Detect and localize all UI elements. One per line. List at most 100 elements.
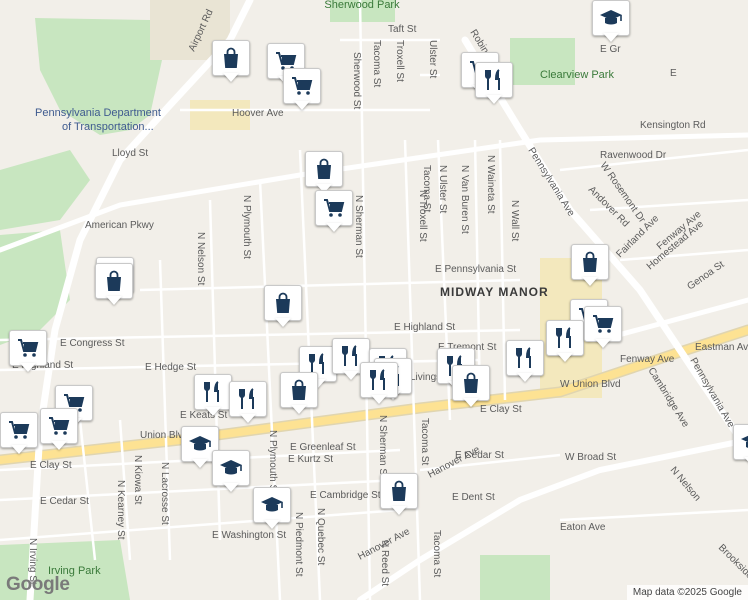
street-label: Hoover Ave <box>232 108 284 119</box>
shopping-bag-icon <box>224 47 238 68</box>
map-marker-school[interactable] <box>253 487 291 531</box>
school-icon <box>741 435 748 448</box>
shopping-bag-icon <box>107 270 121 291</box>
restaurant-icon <box>370 369 385 390</box>
map-marker-store[interactable] <box>264 285 302 329</box>
restaurant-icon <box>204 381 219 402</box>
street-label: American Pkwy <box>85 220 154 231</box>
map-marker-grocery[interactable] <box>0 412 38 456</box>
street-label: N Kearney St <box>115 480 126 540</box>
street-label: N Sherman St <box>353 195 364 258</box>
street-label: E Cambridge St <box>310 490 381 501</box>
street-label: E Dent St <box>452 492 495 503</box>
street-label: E Hedge St <box>145 362 196 373</box>
street-label: E Congress St <box>60 338 125 349</box>
street-label: E Washington St <box>212 530 286 541</box>
park-label: Clearview Park <box>540 69 614 81</box>
street-label: Lloyd St <box>112 148 148 159</box>
street-label: W Union Blvd <box>560 379 621 390</box>
restaurant-icon <box>516 347 531 368</box>
street-label: E <box>670 68 677 79</box>
street-label: Tacoma St <box>431 530 442 577</box>
street-label: N Quebec St <box>315 508 326 565</box>
map-marker-store[interactable] <box>380 473 418 517</box>
restaurant-icon <box>485 69 500 90</box>
street-label: N Lacrosse St <box>159 462 170 525</box>
shopping-bag-icon <box>276 292 290 313</box>
map-marker-restaurant[interactable] <box>229 381 267 425</box>
street-label: N Plymouth St <box>241 195 252 259</box>
street-label: Fenway Ave <box>620 354 675 365</box>
street-label: N Van Buren St <box>459 165 470 234</box>
shopping-cart-icon <box>9 421 30 439</box>
street-label: E Kurtz St <box>288 454 333 465</box>
map-marker-grocery[interactable] <box>283 68 321 112</box>
map-attribution: Map data ©2025 Google <box>626 585 748 600</box>
street-label: Taft St <box>388 24 417 35</box>
map-marker-grocery[interactable] <box>9 330 47 374</box>
street-label: E Gr <box>600 44 621 55</box>
shopping-cart-icon <box>292 77 313 95</box>
shopping-cart-icon <box>593 315 614 333</box>
map-marker-school[interactable] <box>733 424 748 468</box>
street-label: Troxell St <box>394 40 405 82</box>
map-marker-store[interactable] <box>280 372 318 416</box>
school-icon <box>261 497 283 512</box>
street-label: N Nelson St <box>195 232 206 286</box>
street-label: E Clay St <box>30 460 72 471</box>
street-label: N Piedmont St <box>293 512 304 577</box>
shopping-bag-icon <box>317 158 331 179</box>
map-marker-restaurant[interactable] <box>360 362 398 406</box>
map-marker-store[interactable] <box>571 244 609 288</box>
shopping-bag-icon <box>392 480 406 501</box>
map-marker-grocery[interactable] <box>315 190 353 234</box>
street-label: Eaton Ave <box>560 522 606 533</box>
map-marker-school[interactable] <box>592 0 630 44</box>
map-marker-store[interactable] <box>95 263 133 307</box>
street-label: W Broad St <box>565 452 616 463</box>
school-icon <box>189 436 211 451</box>
street-label: N Wall St <box>509 200 520 242</box>
map-marker-restaurant[interactable] <box>194 374 232 418</box>
street-label: E Pennsylvania St <box>435 264 516 275</box>
street-label: Eastman Ave <box>695 342 748 353</box>
park-label: Sherwood Park <box>324 0 400 11</box>
map-marker-store[interactable] <box>212 40 250 84</box>
street-label: Kensington Rd <box>640 120 706 131</box>
street-label: Sherwood St <box>351 52 362 109</box>
map-marker-restaurant[interactable] <box>506 340 544 384</box>
shopping-bag-icon <box>464 372 478 393</box>
street-label: E Cedar St <box>40 496 89 507</box>
map-marker-restaurant[interactable] <box>475 62 513 106</box>
school-icon <box>600 10 622 25</box>
street-label: N Plymouth St <box>267 430 278 494</box>
map-marker-grocery[interactable] <box>584 306 622 350</box>
map-marker-school[interactable] <box>212 450 250 494</box>
shopping-bag-icon <box>583 251 597 272</box>
shopping-bag-icon <box>292 379 306 400</box>
street-label: N Sherman St <box>377 415 388 478</box>
neighborhood-label: MIDWAY MANOR <box>440 285 549 299</box>
street-label: N Kiowa St <box>132 455 143 505</box>
street-label: Tacoma St <box>419 418 430 465</box>
poi-label: Pennsylvania Department <box>35 107 161 119</box>
map-marker-grocery[interactable] <box>40 408 78 452</box>
school-icon <box>220 460 242 475</box>
street-label: Tacoma St <box>421 165 432 212</box>
shopping-cart-icon <box>49 417 70 435</box>
map-marker-store[interactable] <box>305 151 343 195</box>
street-label: N Ulster St <box>437 165 448 214</box>
street-label: Ulster St <box>427 40 438 79</box>
shopping-cart-icon <box>324 199 345 217</box>
map-marker-restaurant[interactable] <box>546 320 584 364</box>
street-label: Tacoma St <box>371 40 382 87</box>
map-marker-store[interactable] <box>452 365 490 409</box>
restaurant-icon <box>556 327 571 348</box>
street-label: Ravenwood Dr <box>600 150 667 161</box>
poi-label: of Transportation... <box>62 121 154 133</box>
restaurant-icon <box>239 388 254 409</box>
park-area <box>480 555 550 600</box>
street-label: E Greenleaf St <box>290 442 356 453</box>
street-label: N Waineta St <box>485 155 496 214</box>
google-logo: Google <box>6 574 70 595</box>
